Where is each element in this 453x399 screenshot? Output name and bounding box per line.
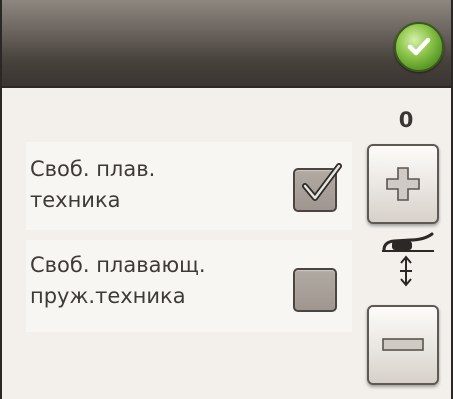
ok-button[interactable] [394,22,444,72]
header-bar [2,0,451,88]
plus-icon [386,167,420,201]
checkmark-icon [302,163,342,201]
presser-foot-height-icon [382,232,434,287]
counter-value: 0 [398,108,414,132]
option-row-free-motion: Своб. плав. техника [26,142,352,230]
settings-panel: 0 Своб. плав. техника Своб. плавающ. пру… [0,0,453,399]
option-label: Своб. плавающ. пруж.техника [30,253,206,308]
increase-button[interactable] [367,144,439,224]
minus-icon [382,338,424,351]
checkmark-icon [407,37,431,56]
spring-free-motion-checkbox[interactable] [293,268,337,312]
option-label: Своб. плав. техника [30,157,156,212]
free-motion-checkbox[interactable] [293,163,342,212]
option-row-spring-free-motion: Своб. плавающ. пруж.техника [26,240,352,332]
decrease-button[interactable] [367,305,439,385]
